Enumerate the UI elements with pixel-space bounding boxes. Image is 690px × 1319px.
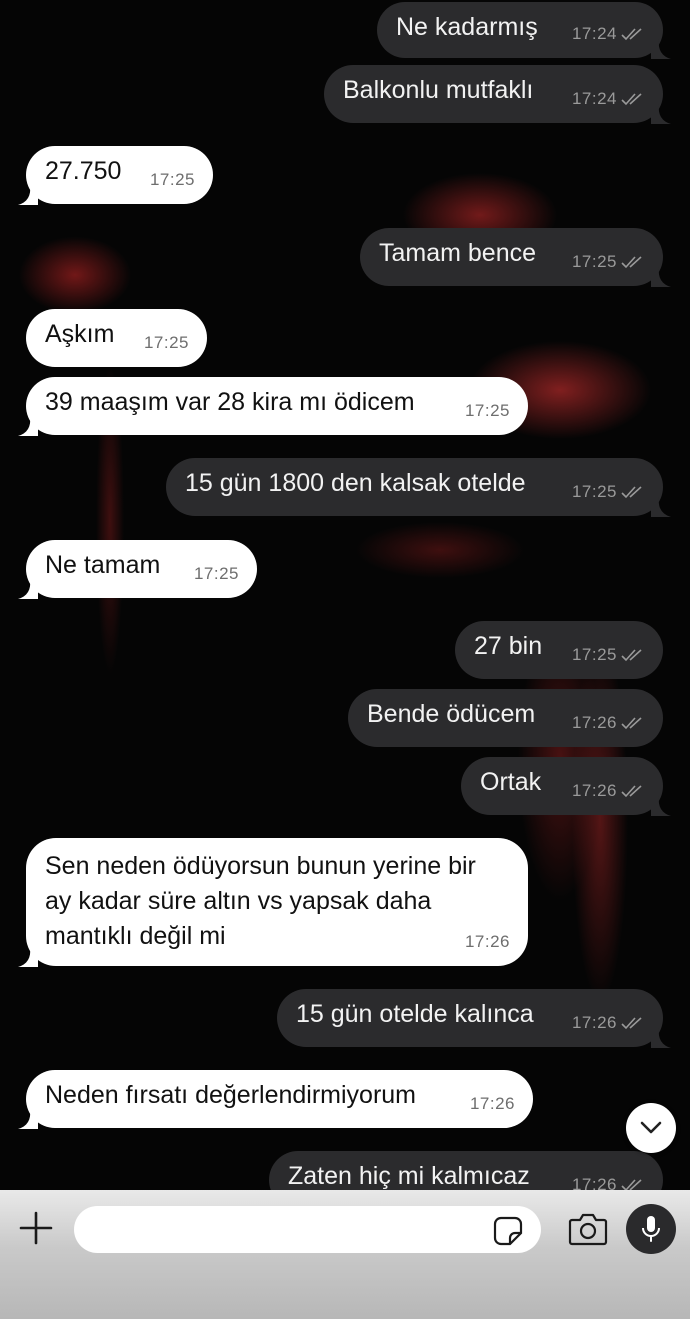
- message-time: 17:25: [571, 252, 617, 271]
- message-time: 17:24: [571, 89, 617, 108]
- message-text: Bende ödücem: [367, 700, 536, 728]
- message-bubble-incoming[interactable]: Neden fırsatı değerlendirmiyorum 17:26: [18, 1070, 533, 1129]
- microphone-icon: [642, 1216, 660, 1242]
- message-text: Tamam bence: [379, 239, 537, 267]
- message-text: Neden fırsatı değerlendirmiyorum: [45, 1081, 416, 1109]
- message-time: 17:25: [143, 333, 189, 352]
- message-text: 39 maaşım var 28 kira mı ödicem: [45, 388, 415, 416]
- message-bubble-outgoing[interactable]: Balkonlu mutfaklı 17:24: [324, 65, 671, 124]
- message-text: 27 bin: [474, 632, 543, 660]
- sticker-icon: [493, 1216, 523, 1246]
- scroll-to-bottom-button[interactable]: [626, 1103, 676, 1153]
- camera-button[interactable]: [568, 1212, 608, 1246]
- double-check-icon: [621, 1016, 645, 1030]
- message-bubble-outgoing[interactable]: 15 gün 1800 den kalsak otelde 17:25: [166, 458, 671, 517]
- message-bubble-outgoing[interactable]: Ortak 17:26: [461, 757, 671, 816]
- camera-icon: [568, 1213, 608, 1246]
- message-text: Zaten hiç mi kalmıcaz: [288, 1162, 530, 1190]
- message-bubble-incoming[interactable]: Ne tamam 17:25: [18, 540, 257, 599]
- double-check-icon: [621, 92, 645, 106]
- message-time: 17:26: [571, 713, 617, 732]
- message-text: Aşkım: [45, 320, 115, 348]
- message-time: 17:26: [571, 781, 617, 800]
- double-check-icon: [621, 1178, 645, 1190]
- message-bubble-incoming[interactable]: Aşkım 17:25: [26, 309, 207, 367]
- message-bubble-outgoing[interactable]: 27 bin 17:25: [455, 621, 663, 679]
- message-time: 17:26: [571, 1013, 617, 1032]
- message-input[interactable]: [74, 1206, 541, 1253]
- message-time: 17:25: [571, 482, 617, 501]
- message-bubble-outgoing[interactable]: 15 gün otelde kalınca 17:26: [277, 989, 671, 1048]
- message-text: 15 gün 1800 den kalsak otelde: [185, 469, 526, 497]
- chevron-down-icon: [640, 1121, 662, 1134]
- message-text: 15 gün otelde kalınca: [296, 1000, 534, 1028]
- message-time: 17:26: [571, 1175, 617, 1190]
- double-check-icon: [621, 485, 645, 499]
- message-bubble-incoming[interactable]: 39 maaşım var 28 kira mı ödicem 17:25: [18, 377, 528, 436]
- double-check-icon: [621, 255, 645, 269]
- message-list[interactable]: Ne kadarmış 17:24 Balkonlu mutfaklı 17:2…: [0, 0, 690, 1190]
- message-bubble-incoming[interactable]: Sen neden ödüyorsun bunun yerine bir ay …: [18, 838, 528, 967]
- message-text: 27.750: [45, 157, 122, 185]
- message-time: 17:26: [464, 932, 510, 951]
- message-time: 17:25: [571, 645, 617, 664]
- message-bubble-incoming[interactable]: 27.750 17:25: [18, 146, 213, 205]
- double-check-icon: [621, 648, 645, 662]
- message-text: Ne kadarmış: [396, 13, 538, 41]
- sticker-button[interactable]: [493, 1216, 523, 1246]
- message-time: 17:25: [193, 564, 239, 583]
- message-text: Ne tamam: [45, 551, 161, 579]
- message-text: Sen neden ödüyorsun bunun yerine bir ay …: [45, 852, 476, 950]
- plus-icon: [19, 1211, 53, 1245]
- message-time: 17:24: [571, 24, 617, 43]
- add-attachment-button[interactable]: [18, 1210, 54, 1246]
- message-time: 17:25: [149, 170, 195, 189]
- message-time: 17:26: [469, 1094, 515, 1113]
- voice-message-button[interactable]: [626, 1204, 676, 1254]
- message-time: 17:25: [464, 401, 510, 420]
- message-text: Balkonlu mutfaklı: [343, 76, 534, 104]
- double-check-icon: [621, 27, 645, 41]
- message-bubble-outgoing[interactable]: Tamam bence 17:25: [360, 228, 671, 287]
- double-check-icon: [621, 716, 645, 730]
- double-check-icon: [621, 784, 645, 798]
- message-text: Ortak: [480, 768, 542, 796]
- message-bubble-outgoing[interactable]: Zaten hiç mi kalmıcaz 17:26: [269, 1151, 663, 1190]
- message-bubble-outgoing[interactable]: Ne kadarmış 17:24: [377, 2, 671, 59]
- message-bubble-outgoing[interactable]: Bende ödücem 17:26: [348, 689, 663, 747]
